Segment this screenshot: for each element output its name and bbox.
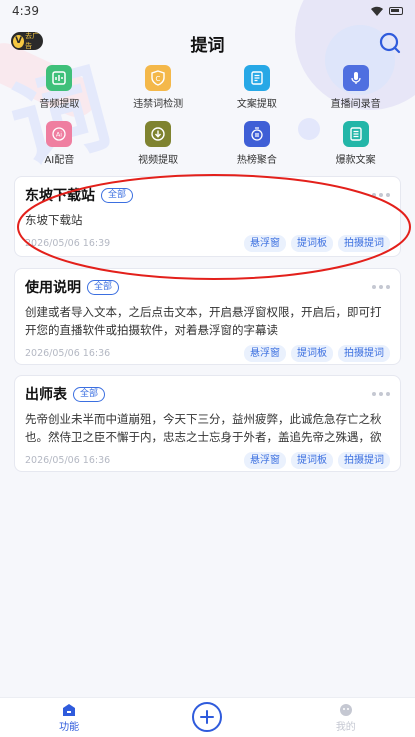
audio-extract-icon [46,65,73,91]
banned-word-check-icon: C [145,65,172,91]
floating-window-button[interactable]: 悬浮窗 [244,235,286,252]
card-content: 先帝创业未半而中道崩殂，今天下三分，益州疲弊，此诚危急存亡之秋也。然侍卫之臣不懈… [25,412,382,444]
tool-label: 文案提取 [236,99,277,110]
tool-live-record[interactable]: 直播间录音 [306,65,405,115]
tool-label: 视频提取 [138,155,179,166]
app-header: V 去广告 提词 [0,28,415,58]
bottom-tab-bar: 功能 我的 [0,697,415,737]
card-date: 2026/05/06 16:39 [25,238,111,249]
tool-label: 热榜聚合 [236,155,277,166]
svg-text:Ai: Ai [56,131,62,139]
tool-copy-extract[interactable]: 文案提取 [208,65,307,115]
shoot-prompt-button[interactable]: 拍摄提词 [338,345,390,362]
tool-label: 爆款文案 [335,155,376,166]
tool-label: 音频提取 [39,99,80,110]
shoot-prompt-button[interactable]: 拍摄提词 [338,452,390,469]
home-icon [63,703,76,716]
search-icon[interactable] [377,30,403,56]
tab-function[interactable]: 功能 [0,703,138,733]
script-card[interactable]: 东坡下载站 全部 东坡下载站 2026/05/06 16:39 悬浮窗 提词板 … [14,176,401,257]
card-tag: 全部 [101,187,134,203]
battery-icon [389,7,403,15]
card-tag: 全部 [87,279,120,295]
status-time: 4:39 [12,4,39,18]
more-icon[interactable] [372,392,390,396]
tab-function-label: 功能 [59,721,80,733]
card-content: 创建或者导入文本，之后点击文本，开启悬浮窗权限，开启后，即可打开您的直播软件或拍… [25,305,382,337]
status-bar: 4:39 [0,0,415,22]
more-icon[interactable] [372,285,390,289]
tab-mine-label: 我的 [335,721,356,733]
tool-label: 直播间录音 [330,99,381,110]
tool-audio-extract[interactable]: 音频提取 [10,65,109,115]
script-card[interactable]: 使用说明 全部 创建或者导入文本，之后点击文本，开启悬浮窗权限，开启后，即可打开… [14,268,401,365]
card-date: 2026/05/06 16:36 [25,455,111,466]
prompter-board-button[interactable]: 提词板 [291,452,333,469]
tool-banned-word-check[interactable]: C 违禁词检测 [109,65,208,115]
shoot-prompt-button[interactable]: 拍摄提词 [338,235,390,252]
card-tag: 全部 [73,386,106,402]
live-record-icon [342,65,369,91]
tool-hit-copy[interactable]: 爆款文案 [306,121,405,171]
hot-list-icon [243,121,270,147]
ai-voice-icon: Ai [46,121,73,147]
profile-icon [339,703,352,716]
remove-ads-label: 去广告 [25,32,40,50]
card-title: 使用说明 [25,280,81,296]
more-icon[interactable] [372,193,390,197]
add-icon[interactable] [192,701,223,732]
card-title: 出师表 [25,387,67,403]
wifi-icon [371,6,383,16]
floating-window-button[interactable]: 悬浮窗 [244,345,286,362]
tool-ai-voice[interactable]: Ai AI配音 [10,121,109,171]
script-card[interactable]: 出师表 全部 先帝创业未半而中道崩殂，今天下三分，益州疲弊，此诚危急存亡之秋也。… [14,375,401,472]
tool-video-extract[interactable]: 视频提取 [109,121,208,171]
page-title: 提词 [190,35,225,56]
tool-label: AI配音 [44,155,75,166]
tool-grid: 音频提取 C 违禁词检测 文案提取 直播间录音 Ai AI配音 视频提取 热榜聚 [10,65,405,171]
tab-add[interactable] [138,701,276,732]
video-extract-icon [145,121,172,147]
card-content: 东坡下载站 [25,213,83,227]
svg-text:C: C [156,75,161,83]
hit-copy-icon [342,121,369,147]
floating-window-button[interactable]: 悬浮窗 [244,452,286,469]
card-date: 2026/05/06 16:36 [25,348,111,359]
tool-hot-list[interactable]: 热榜聚合 [208,121,307,171]
prompter-board-button[interactable]: 提词板 [291,345,333,362]
tab-mine[interactable]: 我的 [277,703,415,733]
tool-label: 违禁词检测 [133,99,184,110]
remove-ads-badge[interactable]: V 去广告 [11,32,43,50]
card-title: 东坡下载站 [25,188,95,204]
prompter-board-button[interactable]: 提词板 [291,235,333,252]
copy-extract-icon [243,65,270,91]
vip-icon: V [13,34,25,48]
